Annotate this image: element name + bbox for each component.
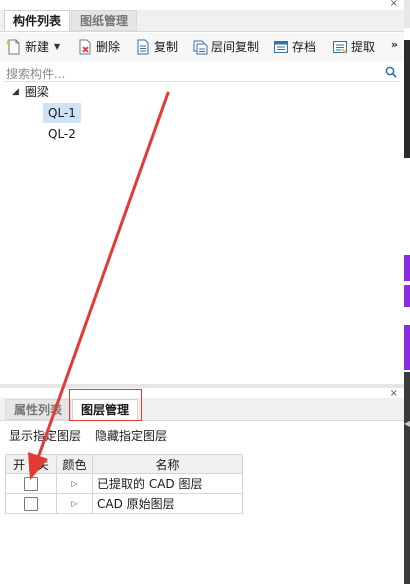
extract-button-label: 提取 [351,40,376,54]
extract-button[interactable]: 提取 [332,38,375,56]
edge-purple-block [404,285,410,307]
tree-expand-icon[interactable]: ◢ [12,84,19,100]
highlight-box [69,389,142,421]
collapse-arrow-icon[interactable]: ◀ [404,418,410,430]
tab-property-list[interactable]: 属性列表 [5,399,72,420]
search-icon[interactable] [385,66,397,78]
edge-purple-block [404,255,410,281]
copy-button-label: 复制 [154,40,179,54]
bottom-tabbar: 属性列表 图层管理 [0,398,404,421]
tree-item-ql-2[interactable]: QL-2 [43,124,81,144]
extract-icon [333,41,347,54]
top-tabbar: 构件列表 图纸管理 [0,10,404,32]
archive-button[interactable]: 存档 [273,38,316,56]
new-document-icon [6,39,20,55]
edge-tab [404,0,410,28]
tree-root-label: 圈梁 [24,85,49,99]
close-icon[interactable]: × [390,0,398,9]
edge-dark-block [404,372,410,584]
search-input[interactable]: 搜索构件... [6,65,65,82]
table-row[interactable]: ▷ CAD 原始图层 [5,493,243,514]
layer-table: 开 / 关 颜色 名称 ▷ 已提取的 CAD 图层 ▷ CAD 原始图层 [5,454,243,514]
toolbar-overflow-icon[interactable]: » [391,38,398,51]
layer-name: 已提取的 CAD 图层 [92,473,243,494]
floor-copy-button[interactable]: 层间复制 [192,38,259,56]
copy-icon [137,39,149,55]
edge-dark-block [404,40,410,158]
column-header-name[interactable]: 名称 [92,454,243,474]
tree-item-label: QL-1 [48,106,76,120]
toggle-cell[interactable] [5,473,57,494]
delete-icon [79,39,91,55]
right-edge-strip: ◀ [404,0,410,584]
hide-layer-button[interactable]: 隐藏指定图层 [95,426,167,446]
archive-icon [274,41,288,53]
delete-button-label: 删除 [96,40,121,54]
toggle-cell[interactable] [5,493,57,514]
new-button-label: 新建 [25,40,50,54]
layer-name: CAD 原始图层 [92,493,243,514]
color-expand-icon[interactable]: ▷ [56,473,93,494]
component-list-panel: × 构件列表 图纸管理 新建 ▼ 删除 复制 层间复制 存档 提取 » 搜索构件… [0,0,404,384]
dropdown-arrow-icon[interactable]: ▼ [54,38,60,56]
show-layer-button[interactable]: 显示指定图层 [9,426,81,446]
copy-button[interactable]: 复制 [135,38,178,56]
color-expand-icon[interactable]: ▷ [56,493,93,514]
layer-visibility-checkbox[interactable] [24,496,38,511]
layer-management-panel: × 属性列表 图层管理 显示指定图层 隐藏指定图层 开 / 关 颜色 名称 ▷ … [0,388,404,584]
new-button[interactable]: 新建 ▼ [6,38,60,56]
component-toolbar: 新建 ▼ 删除 复制 层间复制 存档 提取 » [0,33,404,61]
floor-copy-button-label: 层间复制 [211,40,260,54]
layer-visibility-checkbox[interactable] [24,476,38,491]
tree-item-label: QL-2 [48,127,76,141]
edge-purple-block [404,325,410,370]
search-box[interactable]: 搜索构件... [4,63,400,82]
column-header-toggle[interactable]: 开 / 关 [5,454,57,474]
tree-item-ql-1[interactable]: QL-1 [43,103,81,123]
floor-copy-icon [193,40,208,55]
table-row[interactable]: ▷ 已提取的 CAD 图层 [5,473,243,494]
table-header: 开 / 关 颜色 名称 [5,454,243,474]
tab-component-list[interactable]: 构件列表 [4,10,71,31]
archive-button-label: 存档 [292,40,317,54]
delete-button[interactable]: 删除 [77,38,120,56]
tree-root[interactable]: ◢ 圈梁 [12,84,49,100]
column-header-color[interactable]: 颜色 [56,454,93,474]
tab-drawing-management[interactable]: 图纸管理 [71,10,138,31]
